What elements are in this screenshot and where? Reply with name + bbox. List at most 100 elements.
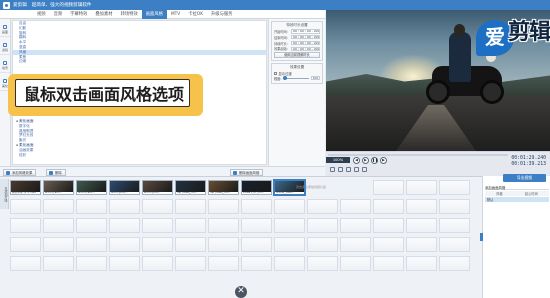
folder-icon[interactable]: [346, 167, 351, 172]
add-style-button[interactable]: 添加风格效果: [3, 168, 37, 176]
empty-clip-slot[interactable]: [340, 218, 371, 233]
empty-clip-slot[interactable]: [76, 256, 107, 271]
empty-clip-slot[interactable]: [274, 237, 305, 252]
effect-start-input[interactable]: 00 : 00 : 00 . 000: [291, 46, 320, 51]
tab-video[interactable]: 视频: [33, 10, 50, 19]
empty-clip-slot[interactable]: [340, 237, 371, 252]
empty-clip-slot[interactable]: [373, 180, 404, 195]
tab-subtitle-effects[interactable]: 字幕特效: [66, 10, 91, 19]
camera-icon[interactable]: [338, 167, 343, 172]
tab-transition[interactable]: 转场特效: [117, 10, 142, 19]
side-tool-filter[interactable]: 滤镜: [0, 40, 10, 55]
timeline-clip[interactable]: archi (ranc…: [43, 180, 74, 195]
empty-clip-slot[interactable]: [43, 218, 74, 233]
use-current-duration-button[interactable]: 使用当前视频时长: [274, 52, 320, 58]
empty-clip-slot[interactable]: [10, 218, 41, 233]
empty-clip-slot[interactable]: [274, 256, 305, 271]
empty-clip-slot[interactable]: [406, 180, 437, 195]
tab-karaoke[interactable]: 卡拉OK: [184, 10, 207, 19]
empty-clip-slot[interactable]: [76, 199, 107, 214]
next-frame-button[interactable]: ▶: [380, 157, 387, 164]
degree-slider[interactable]: [283, 76, 309, 81]
empty-clip-slot[interactable]: [439, 218, 470, 233]
timeline-clip[interactable]: EOB25_27_23…: [241, 180, 272, 195]
end-time-input[interactable]: 00 : 00 : 00 . 000: [291, 35, 320, 40]
close-icon[interactable]: ✕: [235, 286, 247, 298]
tab-mtv[interactable]: MTV: [167, 10, 184, 19]
cut-icon[interactable]: [354, 167, 359, 172]
empty-clip-slot[interactable]: [142, 218, 173, 233]
empty-clip-slot[interactable]: [241, 218, 272, 233]
empty-clip-slot[interactable]: [175, 237, 206, 252]
start-time-input[interactable]: 00 : 00 : 00 . 000: [291, 29, 320, 34]
empty-clip-slot[interactable]: [43, 199, 74, 214]
empty-clip-slot[interactable]: [406, 218, 437, 233]
play-button[interactable]: ▶: [362, 157, 369, 164]
empty-clip-slot[interactable]: [241, 256, 272, 271]
tab-upgrade-service[interactable]: 升级与服务: [207, 10, 236, 19]
empty-clip-slot[interactable]: [373, 218, 404, 233]
timeline-clip[interactable]: archi (prs)…: [142, 180, 173, 195]
tab-picture-style[interactable]: 画面风格: [141, 9, 167, 19]
empty-clip-slot[interactable]: [208, 218, 239, 233]
empty-clip-slot[interactable]: [10, 199, 41, 214]
empty-clip-slot[interactable]: [406, 199, 437, 214]
empty-clip-slot[interactable]: [307, 199, 338, 214]
empty-clip-slot[interactable]: [76, 218, 107, 233]
empty-clip-slot[interactable]: [175, 199, 206, 214]
export-video-button[interactable]: 导出视频: [503, 174, 546, 182]
fullscreen-icon[interactable]: [330, 167, 335, 172]
drop-hint[interactable]: 双击此处添加视频片段: [296, 185, 326, 189]
slider-knob[interactable]: [283, 76, 288, 81]
style-list-item[interactable]: 边缘: [13, 59, 266, 64]
remove-style-button[interactable]: 删除画面风格: [230, 168, 264, 176]
empty-clip-slot[interactable]: [109, 218, 140, 233]
side-tool-motion[interactable]: 动景: [0, 58, 10, 73]
degree-input[interactable]: 100: [311, 76, 320, 81]
empty-clip-slot[interactable]: [142, 199, 173, 214]
empty-clip-slot[interactable]: [439, 256, 470, 271]
timeline-clip[interactable]: 城市印象 (27).mp4: [10, 180, 41, 195]
empty-clip-slot[interactable]: [307, 256, 338, 271]
empty-clip-slot[interactable]: [208, 256, 239, 271]
empty-clip-slot[interactable]: [208, 237, 239, 252]
timeline-clip[interactable]: archi (ranc…: [76, 180, 107, 195]
empty-clip-slot[interactable]: [373, 256, 404, 271]
empty-clip-slot[interactable]: [274, 218, 305, 233]
empty-clip-slot[interactable]: [175, 256, 206, 271]
pause-button[interactable]: ❚❚: [371, 157, 378, 164]
empty-clip-slot[interactable]: [10, 237, 41, 252]
empty-clip-slot[interactable]: [109, 199, 140, 214]
timeline-clip[interactable]: dlp (luxe)_rot…: [175, 180, 206, 195]
tab-audio[interactable]: 音频: [50, 10, 67, 19]
empty-clip-slot[interactable]: [142, 237, 173, 252]
collapse-arrow-icon[interactable]: [480, 233, 483, 241]
empty-clip-slot[interactable]: [109, 256, 140, 271]
empty-clip-slot[interactable]: [373, 237, 404, 252]
timeline-clip[interactable]: archi (prs)…: [109, 180, 140, 195]
empty-clip-slot[interactable]: [406, 237, 437, 252]
empty-clip-slot[interactable]: [406, 256, 437, 271]
zoom-level[interactable]: 100%: [326, 157, 350, 163]
added-style-row[interactable]: 默认: [485, 197, 549, 202]
side-tool-picture[interactable]: 画面: [0, 22, 10, 37]
empty-clip-slot[interactable]: [43, 237, 74, 252]
empty-clip-slot[interactable]: [208, 199, 239, 214]
prev-frame-button[interactable]: ◀: [353, 157, 360, 164]
empty-clip-slot[interactable]: [241, 237, 272, 252]
empty-clip-slot[interactable]: [439, 199, 470, 214]
empty-clip-slot[interactable]: [43, 256, 74, 271]
empty-clip-slot[interactable]: [307, 237, 338, 252]
timeline-clip[interactable]: dlp (luxe)_rot…: [208, 180, 239, 195]
style-list-item[interactable]: 炫彩: [13, 153, 266, 158]
empty-clip-slot[interactable]: [340, 256, 371, 271]
playback-scrubber[interactable]: [328, 154, 508, 156]
empty-clip-slot[interactable]: [142, 256, 173, 271]
empty-clip-slot[interactable]: [10, 256, 41, 271]
empty-clip-slot[interactable]: [439, 237, 470, 252]
volume-icon[interactable]: [362, 167, 367, 172]
empty-clip-slot[interactable]: [307, 218, 338, 233]
delete-button[interactable]: 删除: [46, 168, 66, 176]
empty-clip-slot[interactable]: [340, 199, 371, 214]
empty-clip-slot[interactable]: [76, 237, 107, 252]
